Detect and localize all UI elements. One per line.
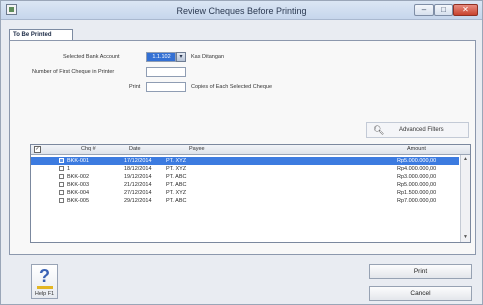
row-checkbox[interactable] [59,198,64,203]
cell-amount: Rp5.000.000,00 [397,158,437,164]
help-label: Help F1 [34,291,55,297]
table-row[interactable]: BKK-002 19/12/2014 PT. ABC Rp3.000.000,0… [31,173,459,181]
cell-payee: PT. ABC [166,182,187,188]
bank-account-label: Selected Bank Account [63,54,120,60]
print-label: Print [129,84,141,90]
cell-chq: BKK-003 [67,182,90,188]
cell-amount: Rp7.000.000,00 [397,198,437,204]
cell-payee: PT. ABC [166,174,187,180]
cell-payee: PT. ABC [166,198,187,204]
cell-amount: Rp5.000.000,00 [397,182,437,188]
cell-payee: PT. XYZ [166,158,187,164]
cell-date: 29/12/2014 [124,198,152,204]
magnifier-icon: 🔍︎ [373,125,385,135]
row-checkbox[interactable] [59,182,64,187]
row-checkbox[interactable] [59,190,64,195]
advanced-filters-button[interactable]: 🔍︎ Advanced Filters [366,122,469,138]
window-title: Review Cheques Before Printing [176,6,307,16]
cell-date: 21/12/2014 [124,182,152,188]
column-header-date[interactable]: Date [129,146,141,152]
table-row[interactable]: BKK-003 21/12/2014 PT. ABC Rp5.000.000,0… [31,181,459,189]
review-cheques-window: Review Cheques Before Printing – □ ✕ To … [0,0,483,305]
cell-chq: BKK-005 [67,198,90,204]
cell-date: 27/12/2014 [124,190,152,196]
first-cheque-label: Number of First Cheque in Printer [32,69,115,75]
bank-account-select[interactable]: 1.1.102 [146,52,176,62]
cell-date: 19/12/2014 [124,174,152,180]
first-cheque-input[interactable] [146,67,186,77]
scroll-down-icon[interactable]: ▼ [461,233,470,241]
cell-amount: Rp3.000.000,00 [397,174,437,180]
cell-payee: PT. XYZ [166,190,187,196]
table-row[interactable]: 1 18/12/2014 PT. XYZ Rp4.000.000,00 [31,165,459,173]
print-button[interactable]: Print [369,264,472,279]
column-header-amount[interactable]: Amount [407,146,426,152]
cell-payee: PT. XYZ [166,166,187,172]
help-question-icon: ? [39,266,50,286]
table-row[interactable]: BKK-005 29/12/2014 PT. ABC Rp7.000.000,0… [31,197,459,205]
cell-date: 17/12/2014 [124,158,152,164]
cheque-grid: ✓ Chq # Date Payee Amount BKK-001 17/12/… [30,144,471,243]
print-copies-input[interactable] [146,82,186,92]
title-bar[interactable]: Review Cheques Before Printing – □ ✕ [1,1,482,20]
minimize-button[interactable]: – [414,4,434,16]
cell-chq: BKK-002 [67,174,90,180]
table-row[interactable]: BKK-001 17/12/2014 PT. XYZ Rp5.000.000,0… [31,157,459,165]
scroll-up-icon[interactable]: ▲ [461,155,470,163]
column-header-chq[interactable]: Chq # [81,146,96,152]
cell-date: 18/12/2014 [124,166,152,172]
copies-label: Copies of Each Selected Cheque [191,84,273,90]
row-checkbox[interactable] [59,174,64,179]
cell-chq: 1 [67,166,71,172]
cell-chq: BKK-001 [67,158,90,164]
bank-account-name: Kas Ditangan [191,54,225,60]
column-header-payee[interactable]: Payee [189,146,205,152]
cell-amount: Rp1.500.000,00 [397,190,437,196]
table-row[interactable]: BKK-004 27/12/2014 PT. XYZ Rp1.500.000,0… [31,189,459,197]
advanced-filters-label: Advanced Filters [399,127,444,133]
bank-account-dropdown-button[interactable]: ▾ [176,52,186,62]
maximize-button[interactable]: □ [434,4,453,16]
cell-amount: Rp4.000.000,00 [397,166,437,172]
grid-scrollbar[interactable]: ▲ ▼ [460,155,470,242]
help-icon-base [37,286,53,289]
row-checkbox[interactable] [59,158,64,163]
cell-chq: BKK-004 [67,190,90,196]
cancel-button[interactable]: Cancel [369,286,472,301]
grid-header: ✓ Chq # Date Payee Amount [31,145,470,155]
close-button[interactable]: ✕ [453,4,478,16]
row-checkbox[interactable] [59,166,64,171]
help-button[interactable]: ? Help F1 [31,264,58,299]
select-all-checkbox[interactable]: ✓ [34,146,41,153]
